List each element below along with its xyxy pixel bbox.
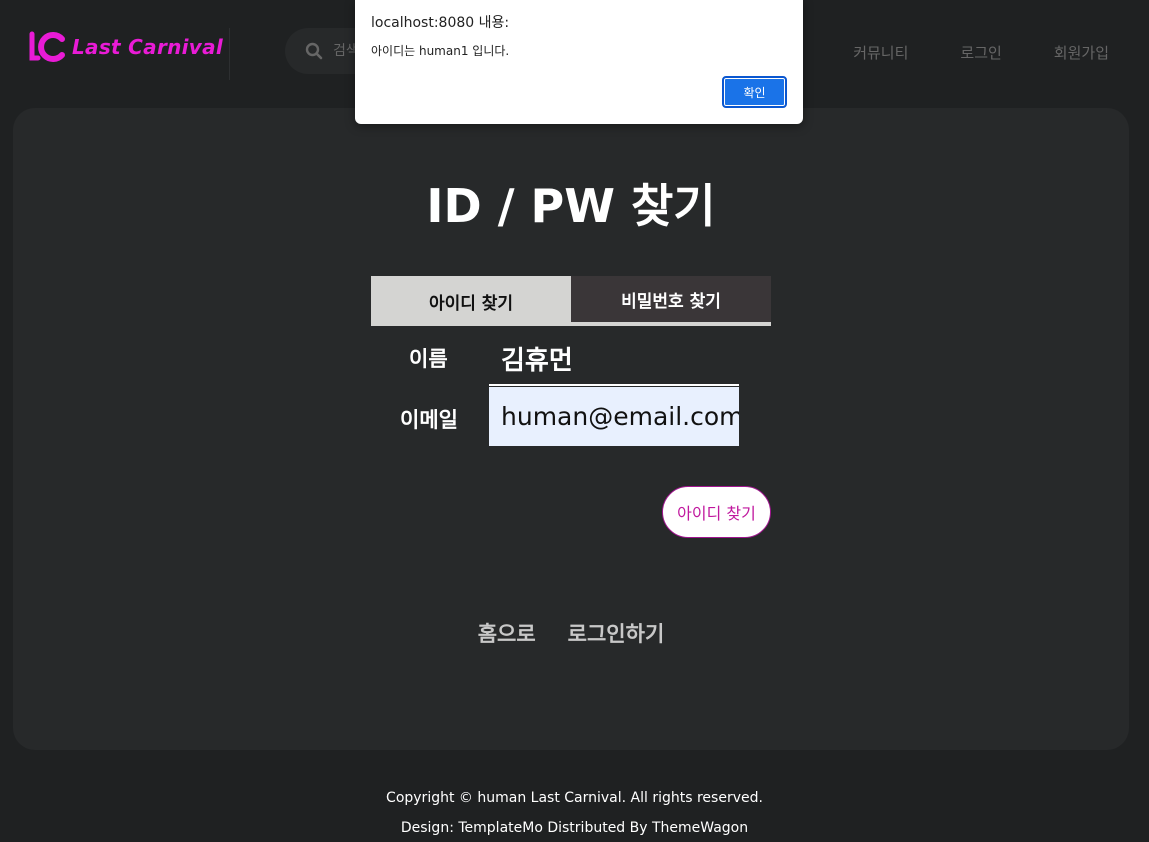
copyright-text: Copyright © human Last Carnival. All rig…: [386, 790, 763, 806]
find-tabs: 아이디 찾기 비밀번호 찾기: [371, 276, 771, 326]
logo-text: Last Carnival: [72, 35, 224, 59]
email-label: 이메일: [400, 408, 458, 432]
nav-community[interactable]: 커뮤니티: [853, 42, 908, 63]
alert-title: localhost:8080 내용:: [371, 15, 510, 31]
name-label: 이름: [409, 347, 448, 371]
page-title: ID / PW 찾기: [426, 179, 716, 233]
search-icon: [305, 42, 323, 60]
logo[interactable]: Last Carnival: [28, 30, 223, 64]
header-divider: [229, 28, 230, 80]
find-id-button[interactable]: 아이디 찾기: [662, 486, 771, 538]
alert-message: 아이디는 human1 입니다.: [371, 44, 510, 58]
name-field[interactable]: 김휴먼: [501, 340, 573, 377]
footer: Copyright © human Last Carnival. All rig…: [0, 783, 1149, 842]
tab-find-id[interactable]: 아이디 찾기: [371, 276, 571, 326]
tab-find-password[interactable]: 비밀번호 찾기: [571, 276, 771, 326]
design-credit: Design: TemplateMo Distributed By ThemeW…: [400, 820, 749, 836]
nav-signup[interactable]: 회원가입: [1054, 42, 1109, 63]
alert-ok-button[interactable]: 확인: [722, 76, 787, 108]
find-account-panel: ID / PW 찾기 아이디 찾기 비밀번호 찾기 이름 김휴먼 이메일 아이디…: [13, 108, 1129, 750]
logo-icon: [29, 31, 65, 62]
name-field-underline: [489, 384, 739, 386]
nav-login[interactable]: 로그인: [960, 42, 1001, 63]
home-link[interactable]: 홈으로: [478, 618, 536, 648]
main-nav: 커뮤니티 로그인 회원가입: [853, 42, 1109, 63]
login-link[interactable]: 로그인하기: [568, 618, 665, 648]
alert-dialog: localhost:8080 내용: 아이디는 human1 입니다. 확인: [355, 0, 803, 124]
bottom-links: 홈으로 로그인하기: [13, 618, 1129, 648]
email-field[interactable]: [489, 387, 739, 446]
